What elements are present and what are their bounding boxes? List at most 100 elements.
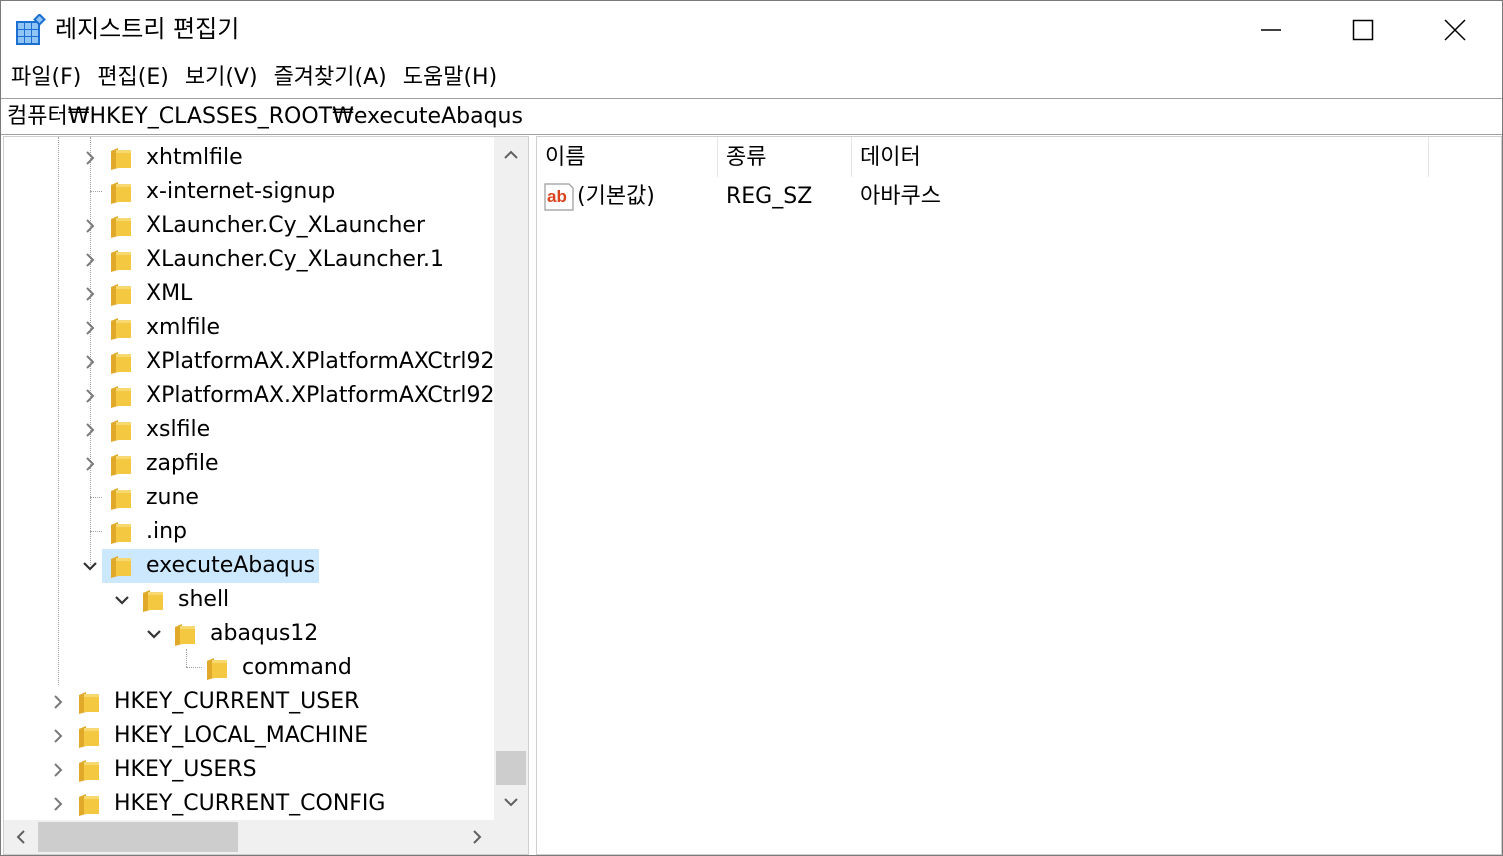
chevron-right-icon — [86, 287, 95, 301]
tree-item[interactable]: xhtmlfile — [78, 141, 247, 175]
folder-icon — [111, 454, 131, 476]
value-row[interactable]: ab (기본값) REG_SZ 아바쿠스 — [537, 179, 1501, 215]
scroll-left-button[interactable] — [4, 820, 38, 854]
registry-editor-app-icon — [16, 14, 46, 45]
chevron-right-icon — [86, 321, 95, 335]
tree-horizontal-scrollbar[interactable] — [4, 820, 494, 854]
minimize-button[interactable] — [1225, 1, 1317, 59]
scroll-down-button[interactable] — [494, 784, 528, 820]
tree-item[interactable]: XML — [78, 277, 196, 311]
tree-item-label: XML — [146, 281, 193, 306]
tree-expander[interactable] — [78, 350, 102, 374]
tree-item-label: executeAbaqus — [142, 551, 320, 581]
tree-item[interactable]: executeAbaqus — [78, 549, 320, 583]
folder-icon — [111, 318, 131, 340]
tree-item-label: HKEY_CURRENT_USER — [114, 689, 360, 714]
chevron-right-icon — [86, 219, 95, 233]
value-data: 아바쿠스 — [860, 184, 941, 209]
chevron-right-icon — [54, 763, 63, 777]
tree-item-label: abaqus12 — [210, 621, 319, 646]
column-header-name[interactable]: 이름 — [537, 137, 718, 177]
tree-item-label: zapfile — [146, 451, 219, 476]
tree-expander[interactable] — [142, 622, 166, 646]
tree-item-label: HKEY_LOCAL_MACHINE — [114, 723, 369, 748]
tree-expander — [78, 486, 102, 510]
tree-expander — [78, 180, 102, 204]
folder-icon — [111, 148, 131, 170]
tree-item[interactable]: x-internet-signup — [78, 175, 339, 209]
horizontal-scroll-thumb[interactable] — [38, 822, 238, 852]
folder-icon — [111, 488, 131, 510]
tree-expander[interactable] — [46, 758, 70, 782]
tree-item[interactable]: xslfile — [78, 413, 214, 447]
value-type: REG_SZ — [726, 184, 813, 209]
chevron-down-icon — [83, 562, 97, 571]
key-tree: xhtmlfile x-internet-signup XLauncher.Cy_X… — [4, 137, 493, 820]
values-list-pane[interactable]: 이름 종류 데이터 ab (기본값) REG_SZ 아바쿠스 — [536, 136, 1502, 855]
tree-expander[interactable] — [78, 146, 102, 170]
tree-item[interactable]: HKEY_CURRENT_USER — [46, 685, 363, 719]
chevron-right-icon — [54, 695, 63, 709]
chevron-right-icon — [86, 457, 95, 471]
tree-item[interactable]: XPlatformAX.XPlatformAXCtrl92.1 — [78, 379, 493, 413]
menu-favorites[interactable]: 즐겨찾기(A) — [266, 59, 395, 97]
chevron-right-icon — [86, 355, 95, 369]
tree-item[interactable]: XLauncher.Cy_XLauncher.1 — [78, 243, 448, 277]
tree-item[interactable]: HKEY_LOCAL_MACHINE — [46, 719, 372, 753]
chevron-right-icon — [86, 151, 95, 165]
tree-item[interactable]: XPlatformAX.XPlatformAXCtrl92 — [78, 345, 493, 379]
key-tree-pane[interactable]: xhtmlfile x-internet-signup XLauncher.Cy_X… — [3, 136, 529, 855]
folder-icon — [79, 726, 99, 748]
tree-expander[interactable] — [78, 452, 102, 476]
tree-expander[interactable] — [46, 690, 70, 714]
menu-file[interactable]: 파일(F) — [3, 59, 89, 97]
tree-expander[interactable] — [78, 316, 102, 340]
tree-expander[interactable] — [46, 792, 70, 816]
scroll-right-button[interactable] — [460, 820, 494, 854]
tree-item[interactable]: XLauncher.Cy_XLauncher — [78, 209, 429, 243]
tree-item[interactable]: .inp — [78, 515, 191, 549]
menu-edit[interactable]: 편집(E) — [89, 59, 177, 97]
menu-help[interactable]: 도움말(H) — [395, 59, 505, 97]
tree-item[interactable]: abaqus12 — [142, 617, 322, 651]
tree-expander[interactable] — [110, 588, 134, 612]
tree-expander[interactable] — [78, 384, 102, 408]
tree-expander[interactable] — [78, 248, 102, 272]
menu-view[interactable]: 보기(V) — [177, 59, 266, 97]
tree-item[interactable]: command — [174, 651, 356, 685]
folder-icon — [111, 250, 131, 272]
tree-expander[interactable] — [46, 724, 70, 748]
folder-icon — [111, 216, 131, 238]
tree-item[interactable]: zapfile — [78, 447, 223, 481]
chevron-right-icon — [86, 423, 95, 437]
tree-item[interactable]: xmlfile — [78, 311, 224, 345]
folder-icon — [79, 760, 99, 782]
tree-expander[interactable] — [78, 554, 102, 578]
tree-item[interactable]: HKEY_CURRENT_CONFIG — [46, 787, 389, 820]
tree-item[interactable]: HKEY_USERS — [46, 753, 261, 787]
column-header-type[interactable]: 종류 — [718, 137, 852, 177]
maximize-button[interactable] — [1317, 1, 1409, 59]
tree-item-label: XPlatformAX.XPlatformAXCtrl92.1 — [146, 383, 493, 408]
chevron-right-icon — [86, 389, 95, 403]
tree-expander[interactable] — [78, 418, 102, 442]
tree-expander[interactable] — [78, 214, 102, 238]
tree-item-label: .inp — [146, 519, 188, 544]
tree-item-label: XPlatformAX.XPlatformAXCtrl92 — [146, 349, 493, 374]
column-header-data[interactable]: 데이터 — [852, 137, 1429, 177]
tree-item[interactable]: shell — [110, 583, 233, 617]
chevron-down-icon — [115, 596, 129, 605]
vertical-scroll-thumb[interactable] — [496, 751, 526, 785]
tree-item-label: xhtmlfile — [146, 145, 243, 170]
scroll-up-button[interactable] — [494, 137, 528, 173]
tree-expander[interactable] — [78, 282, 102, 306]
close-icon — [1444, 19, 1466, 41]
tree-item-label: HKEY_CURRENT_CONFIG — [114, 791, 386, 816]
close-button[interactable] — [1409, 1, 1501, 59]
tree-vertical-scrollbar[interactable] — [494, 137, 528, 820]
title-bar: 레지스트리 편집기 — [1, 1, 1502, 59]
chevron-down-icon — [504, 798, 518, 807]
tree-item[interactable]: zune — [78, 481, 203, 515]
address-bar[interactable]: 컴퓨터₩HKEY_CLASSES_ROOT₩executeAbaqus — [1, 98, 1502, 135]
tree-connector-line — [58, 137, 59, 685]
